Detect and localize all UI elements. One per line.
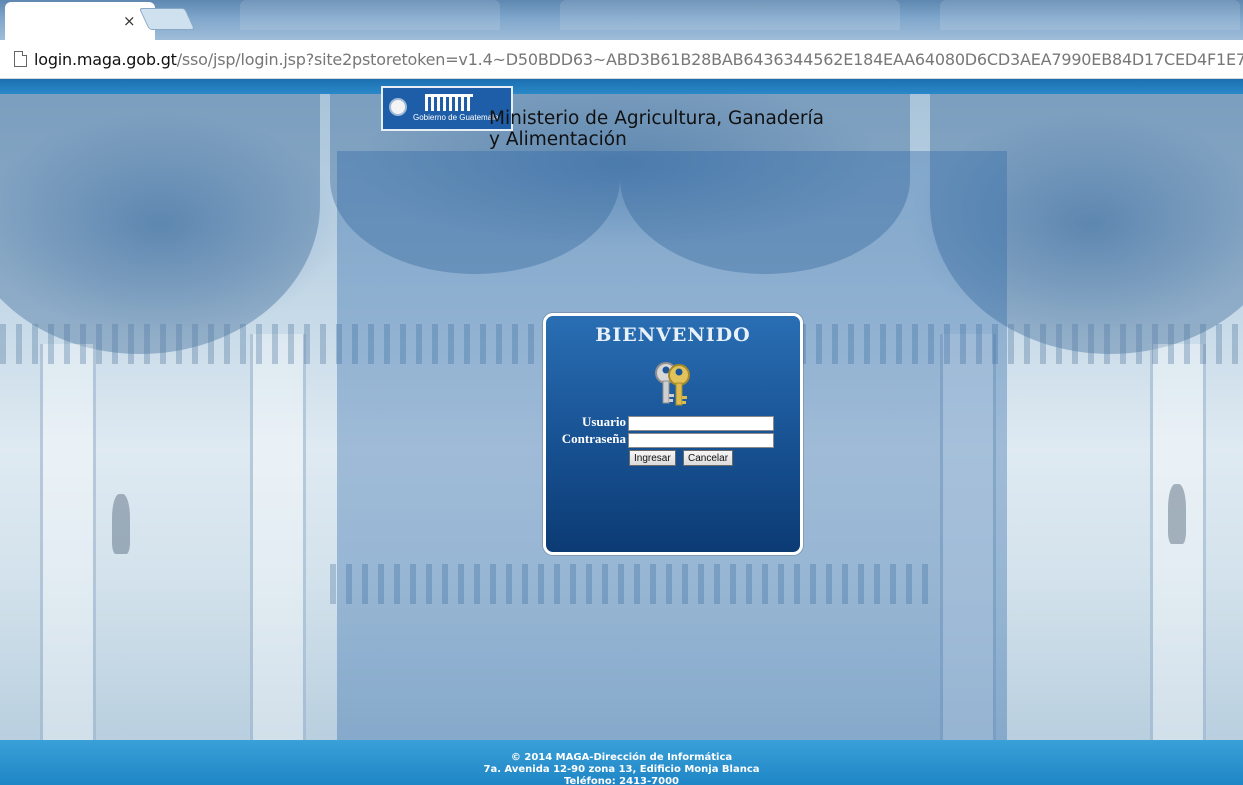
logo-text: Gobierno de Guatemala (413, 113, 499, 122)
url-text[interactable]: login.maga.gob.gt/sso/jsp/login.jsp?site… (34, 50, 1243, 69)
footer-copyright: © 2014 MAGA-Dirección de Informática (510, 752, 733, 763)
footer-phone: Teléfono: 2413-7000 (564, 776, 679, 785)
top-bar (0, 79, 1243, 94)
cancel-button[interactable]: Cancelar (683, 450, 734, 466)
browser-tabstrip: × (0, 0, 1243, 40)
url-path: /sso/jsp/login.jsp?site2pstoretoken=v1.4… (176, 49, 1243, 69)
url-host: login.maga.gob.gt (34, 49, 177, 69)
username-input[interactable] (628, 416, 774, 431)
coat-of-arms-icon (389, 98, 407, 116)
palace-icon (425, 94, 473, 111)
close-icon[interactable]: × (123, 14, 136, 29)
page-icon (14, 51, 27, 67)
login-button[interactable]: Ingresar (629, 450, 676, 466)
password-label: Contraseña (561, 431, 626, 446)
background-tab (560, 0, 900, 30)
background-tab (240, 0, 500, 30)
footer: © 2014 MAGA-Dirección de Informática 7a.… (0, 740, 1243, 785)
ministry-title: Ministerio de Agricultura, Ganadería y A… (489, 108, 824, 150)
keys-icon (655, 362, 690, 406)
ministry-title-line1: Ministerio de Agricultura, Ganadería (489, 108, 824, 129)
active-tab[interactable]: × (5, 2, 155, 40)
address-bar[interactable]: login.maga.gob.gt/sso/jsp/login.jsp?site… (0, 40, 1243, 79)
username-label: Usuario (581, 414, 626, 429)
welcome-title: BIENVENIDO (595, 324, 751, 346)
background-tab (940, 0, 1240, 30)
ministry-title-line2: y Alimentación (489, 129, 627, 150)
new-tab-button[interactable] (138, 8, 196, 30)
footer-address: 7a. Avenida 12-90 zona 13, Edificio Monj… (483, 764, 760, 775)
password-input[interactable] (628, 433, 774, 448)
login-box: BIENVENIDO Usuario Contraseña Ingresar C… (543, 313, 803, 555)
